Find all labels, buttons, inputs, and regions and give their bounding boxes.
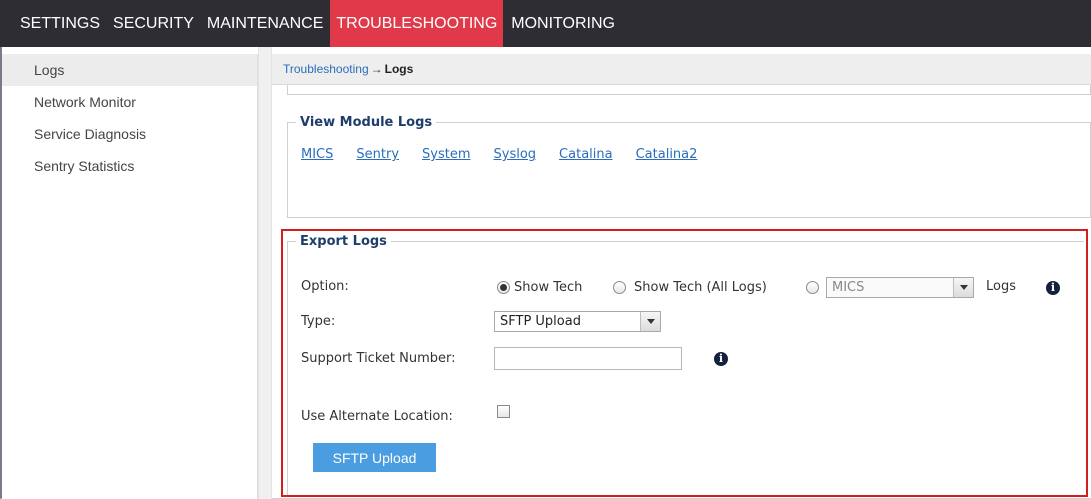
tab-troubleshooting[interactable]: TROUBLESHOOTING [330, 0, 504, 47]
tab-monitoring[interactable]: MONITORING [509, 0, 617, 47]
module-select[interactable]: MICS [826, 277, 974, 298]
sidebar-divider [258, 47, 272, 499]
module-link-catalina2[interactable]: Catalina2 [636, 147, 698, 162]
sftp-upload-button[interactable]: SFTP Upload [313, 443, 436, 472]
chevron-down-icon [640, 312, 660, 331]
sidebar: Logs Network Monitor Service Diagnosis S… [2, 54, 258, 499]
sidebar-item-sentry-statistics[interactable]: Sentry Statistics [2, 150, 257, 182]
breadcrumb-arrow-icon: → [370, 62, 383, 76]
module-link-system[interactable]: System [422, 147, 470, 162]
sidebar-item-logs[interactable]: Logs [2, 54, 257, 86]
sidebar-item-network-monitor[interactable]: Network Monitor [2, 86, 257, 118]
export-logs-legend: Export Logs [296, 234, 391, 249]
info-icon[interactable]: i [714, 352, 728, 366]
logs-suffix-label: Logs [986, 279, 1016, 294]
radio-show-tech[interactable] [497, 281, 510, 294]
previous-section-edge [287, 85, 1091, 95]
tab-settings[interactable]: SETTINGS [18, 0, 102, 47]
tab-maintenance[interactable]: MAINTENANCE [205, 0, 325, 47]
module-link-catalina[interactable]: Catalina [559, 147, 613, 162]
alternate-location-checkbox[interactable] [497, 405, 510, 418]
view-module-logs-section: View Module Logs MICS Sentry System Sysl… [287, 115, 1091, 218]
radio-show-tech-all-logs[interactable] [613, 281, 626, 294]
module-link-syslog[interactable]: Syslog [494, 147, 537, 162]
module-link-mics[interactable]: MICS [301, 147, 333, 162]
breadcrumb: Troubleshooting → Logs [272, 54, 1091, 85]
breadcrumb-current: Logs [384, 62, 414, 76]
radio-show-tech-all-logs-label: Show Tech (All Logs) [634, 280, 767, 295]
info-icon[interactable]: i [1046, 281, 1060, 295]
module-links: MICS Sentry System Syslog Catalina Catal… [301, 147, 720, 162]
radio-module-logs[interactable] [806, 281, 819, 294]
support-ticket-label: Support Ticket Number: [301, 351, 456, 366]
view-module-logs-legend: View Module Logs [296, 115, 437, 130]
type-select-value: SFTP Upload [500, 314, 581, 329]
sidebar-item-service-diagnosis[interactable]: Service Diagnosis [2, 118, 257, 150]
chevron-down-icon [953, 278, 973, 297]
support-ticket-input[interactable] [494, 347, 682, 370]
type-label: Type: [301, 314, 336, 329]
type-select[interactable]: SFTP Upload [494, 311, 661, 332]
tab-security[interactable]: SECURITY [111, 0, 196, 47]
breadcrumb-link-troubleshooting[interactable]: Troubleshooting [283, 62, 369, 76]
module-link-sentry[interactable]: Sentry [356, 147, 399, 162]
alternate-location-label: Use Alternate Location: [301, 409, 453, 424]
radio-show-tech-label: Show Tech [514, 280, 583, 295]
top-nav: SETTINGS SECURITY MAINTENANCE TROUBLESHO… [0, 0, 1091, 47]
option-label: Option: [301, 279, 349, 294]
module-select-value: MICS [832, 280, 865, 295]
